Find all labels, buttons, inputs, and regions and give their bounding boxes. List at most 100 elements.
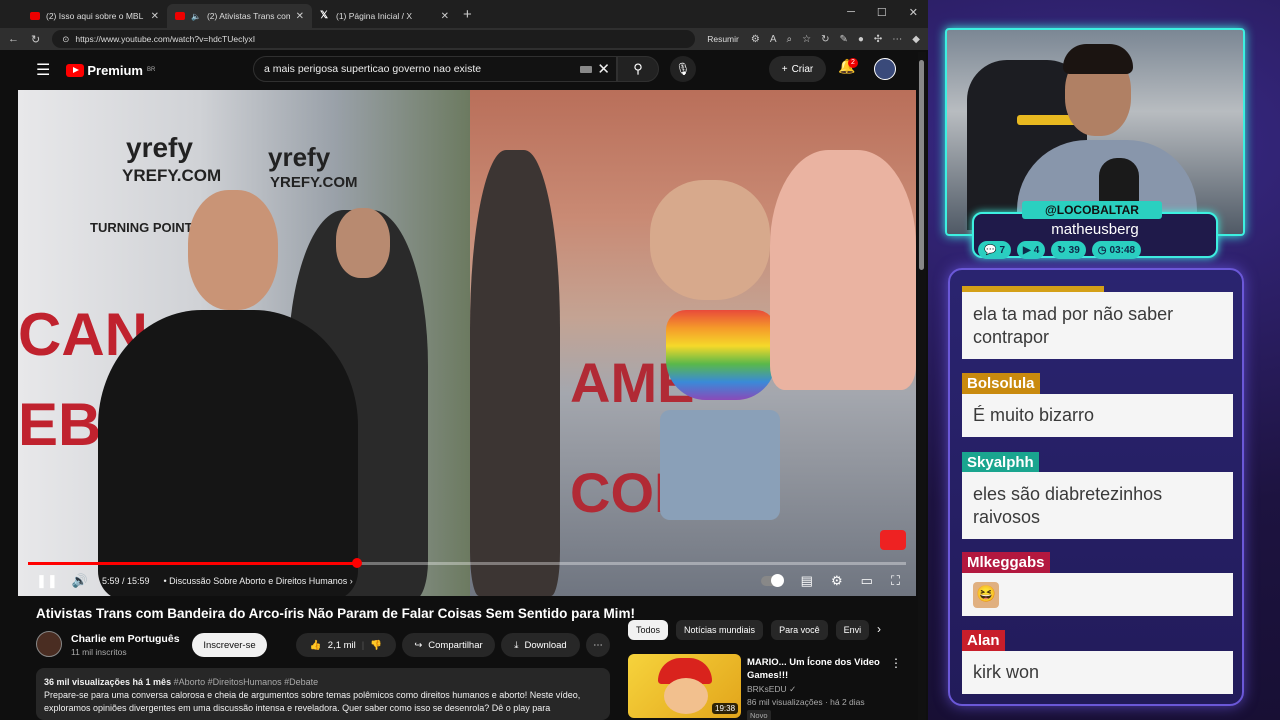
menu-icon[interactable]: ☰ [36,60,50,80]
description-meta: 36 mil visualizações há 1 mês [44,677,172,687]
progress-bar[interactable] [28,558,906,568]
youtube-play-icon [66,63,85,77]
favorite-icon[interactable]: ☆ [802,34,811,45]
back-icon[interactable]: ← [8,33,19,45]
recommended-video[interactable]: 19:38 MARIO... Um Ícone dos Video Games!… [628,654,908,720]
youtube-logo[interactable]: Premium BR [66,63,155,78]
close-window-icon[interactable]: ✕ [909,6,918,19]
tab-ativistas[interactable]: 🔈 (2) Ativistas Trans com Bandeira ✕ [167,4,312,28]
autoplay-toggle[interactable] [760,574,784,587]
chip-noticias[interactable]: Notícias mundiais [676,620,764,640]
more-vert-icon[interactable]: ⋮ [890,656,902,670]
sign-logo: YREFY.COM [270,174,358,191]
recommended-channel[interactable]: BRKsEDU ✓ [747,684,796,695]
scrollbar-thumb[interactable] [919,60,924,270]
maximize-icon[interactable]: ☐ [877,6,887,19]
create-label: Criar [791,63,814,75]
subscribe-button[interactable]: Inscrever-se [192,633,267,657]
person-head [650,180,770,300]
streamer-name: matheusberg [1051,221,1139,238]
chat-message: kirk won [962,651,1233,694]
stat-value: 39 [1068,244,1080,256]
voice-search-button[interactable]: 🎙 [670,56,696,82]
clear-search-icon[interactable]: ✕ [597,60,610,78]
recommended-thumbnail[interactable]: 19:38 [628,654,741,718]
recommended-title[interactable]: MARIO... Um Ícone dos Video Games!!! [747,656,887,682]
tab-bar: (2) Isso aqui sobre o MBL é BRUTAL ✕ 🔈 (… [0,0,928,28]
reload-icon[interactable]: ↻ [31,33,40,46]
download-button[interactable]: ⤓ Download [501,633,580,657]
recommended-stats: 86 mil visualizações · há 2 dias [747,697,865,707]
settings-icon[interactable]: ⚙ [831,573,843,589]
subtitles-icon[interactable]: ▤ [801,573,813,589]
close-icon[interactable]: ✕ [296,11,304,22]
video-left-scene: yrefy YREFY.COM yrefy YREFY.COM TURNING … [18,90,470,596]
search-button[interactable]: ⚲ [617,56,659,82]
description-tags[interactable]: #Aborto #DireitosHumanos #Debate [171,677,319,687]
youtube-icon [30,12,40,20]
close-icon[interactable]: ✕ [151,11,159,22]
like-icon[interactable]: 👍 [310,640,322,651]
sign-logo: yrefy [268,142,331,172]
translate-icon[interactable]: ⚙ [751,34,760,45]
youtube-watermark-icon [880,530,906,550]
menu-dots-icon[interactable]: ⋯ [892,34,902,45]
chat-message: 😆 [962,573,1233,616]
read-aloud-icon[interactable]: A [770,34,777,45]
volume-icon[interactable]: 🔊 [72,573,88,589]
puzzle-icon[interactable]: ✣ [874,34,882,45]
logo-text: Premium [87,62,143,78]
zoom-icon[interactable]: ⌕ [787,34,793,45]
chip-enviados[interactable]: Envi [835,620,870,640]
chip-todos[interactable]: Todos [628,620,669,640]
chapter-title[interactable]: • Discussão Sobre Aborto e Direitos Huma… [164,576,353,586]
stat-value: 7 [999,244,1006,256]
new-tab-icon[interactable]: + [463,6,472,23]
address-bar[interactable]: ⊙ https://www.youtube.com/watch?v=hdcTUe… [52,30,696,48]
chat-message-text: kirk won [973,662,1040,682]
share-label: Compartilhar [428,639,483,651]
chip-para-voce[interactable]: Para você [771,620,828,640]
x-icon: 𝕏 [320,10,329,21]
extension-icon[interactable]: ✎ [839,34,847,45]
video-duration: 19:38 [712,703,739,714]
new-badge: Novo [747,710,771,720]
speaker-icon[interactable]: 🔈 [191,12,201,21]
notification-badge: 2 [848,58,858,68]
copilot-icon[interactable]: ◆ [912,34,920,45]
chat-icon: 💬 [984,244,997,256]
more-actions-button[interactable]: ⋯ [586,633,610,657]
description-text: Prepare-se para uma conversa calorosa e … [44,690,581,713]
subscriber-count: 11 mil inscritos [71,647,127,657]
tab-mbl[interactable]: (2) Isso aqui sobre o MBL é BRUTAL ✕ [22,4,167,28]
keyboard-icon[interactable] [580,66,592,73]
tab-x[interactable]: 𝕏 (1) Página Inicial / X ✕ [312,4,457,28]
minimize-icon[interactable]: ─ [847,6,855,19]
stat-shares: ↻ 39 [1051,241,1086,259]
profile-icon[interactable]: ● [858,34,864,45]
channel-name[interactable]: Charlie em Português [71,633,180,645]
create-button[interactable]: + Criar [769,56,826,82]
channel-avatar[interactable] [36,631,62,657]
video-player[interactable]: yrefy YREFY.COM yrefy YREFY.COM TURNING … [18,90,916,596]
avatar[interactable] [874,58,896,80]
dislike-icon[interactable]: 👎 [370,640,382,651]
streamer-handle: @LOCOBALTAR [1022,201,1162,219]
site-info-icon[interactable]: ⊙ [62,34,69,45]
description-box[interactable]: 36 mil visualizações há 1 mês #Aborto #D… [36,668,610,720]
pause-icon[interactable]: ❚❚ [36,573,58,589]
chevron-right-icon[interactable]: › [877,622,881,636]
share-button[interactable]: ↪ Compartilhar [402,633,495,657]
share-icon: ↻ [1057,244,1066,256]
thumbnail-face [664,678,708,714]
theater-mode-icon[interactable]: ▭ [861,573,873,589]
close-icon[interactable]: ✕ [441,11,449,22]
page-scrollbar[interactable] [918,52,926,720]
resumir-button[interactable]: Resumir [707,34,739,44]
time-display: 5:59 / 15:59 [101,576,150,586]
search-input[interactable]: a mais perigosa superticao governo nao e… [253,56,617,82]
chat-message: ela ta mad por não saber contrapor [962,292,1233,359]
refresh-icon[interactable]: ↻ [821,34,829,45]
fullscreen-icon[interactable]: ⛶ [891,573,900,589]
like-count[interactable]: 2,1 mil [328,640,356,651]
